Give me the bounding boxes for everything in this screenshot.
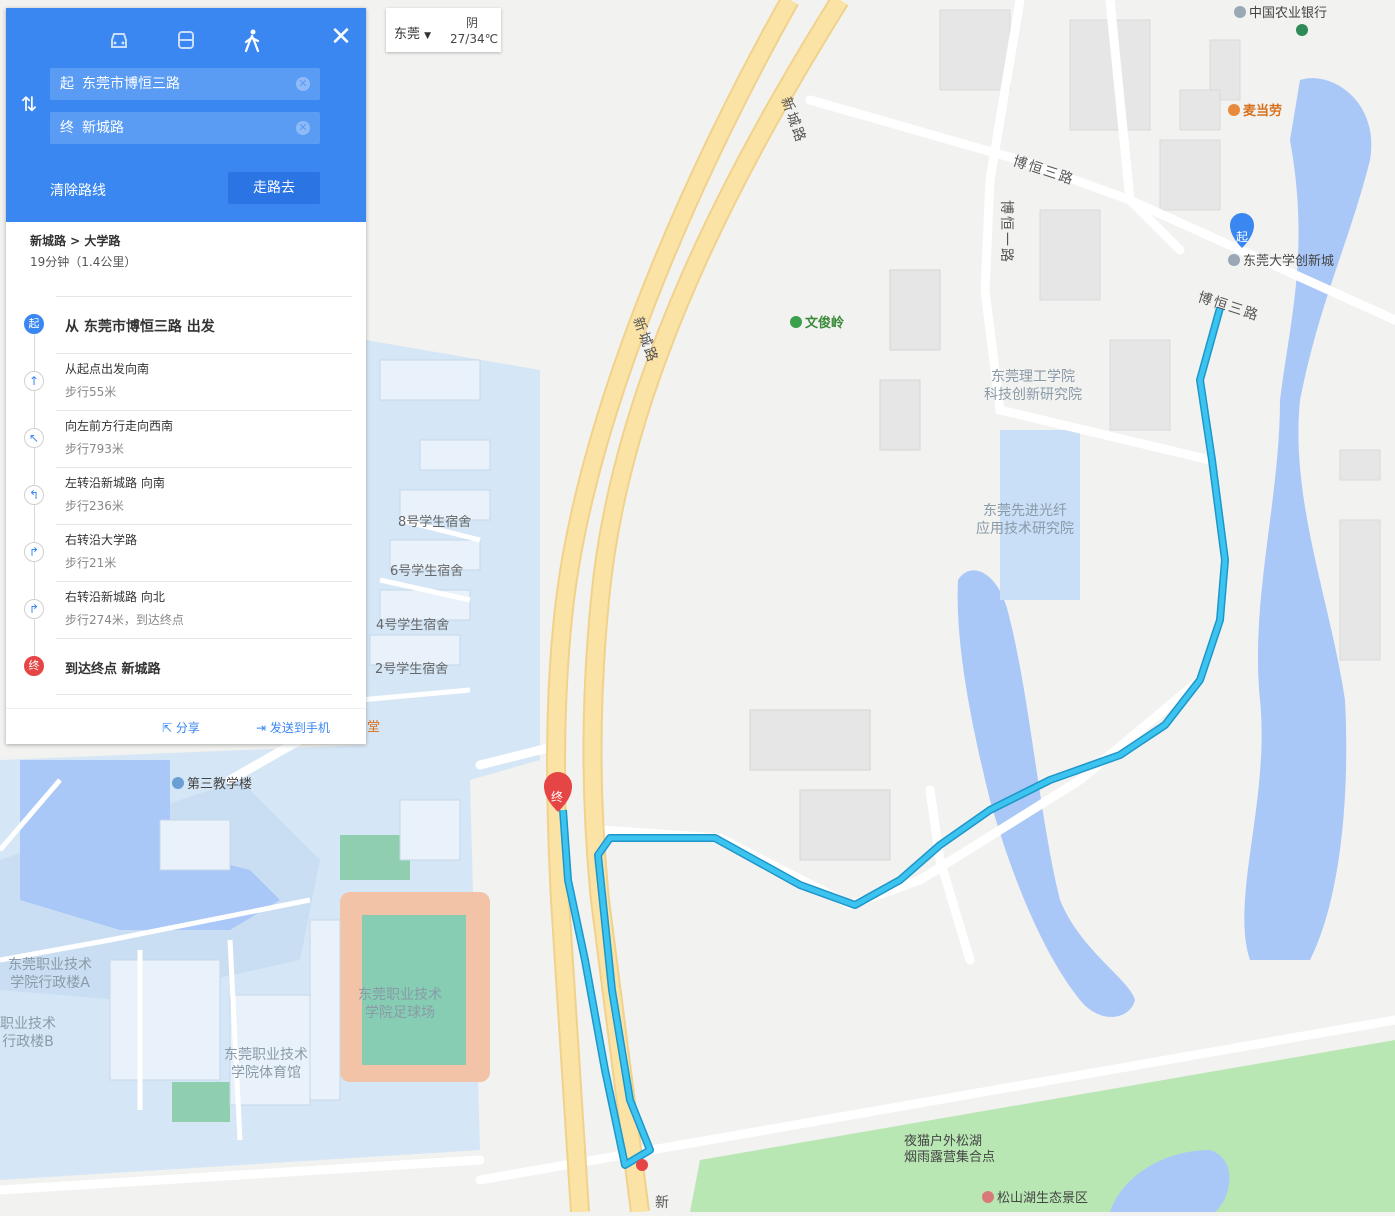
food-icon bbox=[1228, 104, 1240, 116]
step-text: 右转沿新城路 向北 bbox=[65, 590, 165, 604]
poi-dorm-6[interactable]: 6号学生宿舍 bbox=[390, 560, 463, 579]
step-text: 从起点出发向南 bbox=[65, 362, 150, 376]
city-weather-box[interactable]: 东莞 ▼ 阴 27/34℃ bbox=[386, 8, 501, 52]
step-distance: 步行274米，到达终点 bbox=[65, 613, 184, 627]
end-marker-label: 终 bbox=[551, 790, 564, 804]
turn-right-icon: ↱ bbox=[24, 599, 44, 619]
close-icon[interactable]: ✕ bbox=[326, 22, 356, 52]
poi-dgut-institute[interactable]: 东莞理工学院 科技创新研究院 bbox=[984, 368, 1082, 404]
traffic-light-icon bbox=[636, 1159, 648, 1171]
poi-dorm-4[interactable]: 4号学生宿舍 bbox=[376, 614, 449, 633]
divider bbox=[56, 638, 352, 639]
road-label-xin: 新 bbox=[655, 1195, 671, 1211]
poi-hall-partial: 堂 bbox=[367, 720, 381, 735]
divider bbox=[56, 694, 352, 695]
divider bbox=[56, 353, 352, 354]
step-distance: 步行21米 bbox=[65, 556, 117, 570]
route-summary[interactable]: 新城路 > 大学路 19分钟（1.4公里） bbox=[30, 232, 136, 270]
send-to-phone-button[interactable]: ⇥ 发送到手机 bbox=[256, 719, 330, 736]
walk-mode-button[interactable] bbox=[232, 26, 272, 56]
mountain-icon bbox=[790, 316, 802, 328]
end-tag: 终 bbox=[60, 120, 74, 136]
route-panel-footer: ⇱ 分享 ⇥ 发送到手机 bbox=[6, 708, 366, 745]
car-mode-button[interactable] bbox=[99, 26, 139, 56]
bus-icon bbox=[178, 31, 194, 49]
divider bbox=[56, 296, 352, 297]
road-label-boheng1: 博恒一路 bbox=[998, 200, 1014, 264]
turn-right-icon: ↱ bbox=[24, 542, 44, 562]
poi-mcdonalds[interactable]: 麦当劳 bbox=[1228, 100, 1282, 119]
divider bbox=[56, 410, 352, 411]
starbucks-icon[interactable] bbox=[1296, 24, 1310, 38]
start-input[interactable]: 起 东莞市博恒三路 ✕ bbox=[50, 68, 320, 100]
school-icon bbox=[172, 777, 184, 789]
end-icon: 终 bbox=[24, 656, 44, 676]
poi-photonics-institute[interactable]: 东莞先进光纤 应用技术研究院 bbox=[976, 502, 1074, 538]
clear-end-icon[interactable]: ✕ bbox=[296, 121, 310, 135]
walk-icon bbox=[244, 29, 260, 53]
route-panel-header: ✕ ⇅ 起 东莞市博恒三路 ✕ 终 新城路 ✕ 清除路线 走路去 bbox=[6, 8, 366, 222]
start-icon: 起 bbox=[24, 314, 44, 334]
school-icon bbox=[1228, 254, 1240, 266]
weather-text: 阴 bbox=[466, 16, 479, 30]
poi-dgu[interactable]: 东莞大学创新城 bbox=[1228, 250, 1334, 269]
poi-wenjunling[interactable]: 文俊岭 bbox=[790, 312, 844, 331]
start-tag: 起 bbox=[60, 76, 74, 92]
step-text: 从 东莞市博恒三路 出发 bbox=[65, 319, 215, 335]
share-icon: ⇱ bbox=[162, 721, 173, 735]
clear-start-icon[interactable]: ✕ bbox=[296, 77, 310, 91]
start-value: 东莞市博恒三路 bbox=[82, 76, 180, 92]
summary-route: 新城路 > 大学路 bbox=[30, 234, 121, 248]
turn-left-icon: ↰ bbox=[24, 485, 44, 505]
step-text: 到达终点 新城路 bbox=[65, 662, 161, 677]
send-icon: ⇥ bbox=[256, 721, 267, 735]
step-distance: 步行55米 bbox=[65, 385, 117, 399]
step-distance: 步行793米 bbox=[65, 442, 124, 456]
end-value: 新城路 bbox=[82, 120, 124, 136]
poi-gym[interactable]: 东莞职业技术 学院体育馆 bbox=[224, 1046, 308, 1082]
city-selector[interactable]: 东莞 ▼ bbox=[394, 23, 431, 42]
step-text: 左转沿新城路 向南 bbox=[65, 476, 165, 490]
poi-dorm-2[interactable]: 2号学生宿舍 bbox=[375, 658, 448, 677]
end-input[interactable]: 终 新城路 ✕ bbox=[50, 112, 320, 144]
step-distance: 步行236米 bbox=[65, 499, 124, 513]
chevron-down-icon: ▼ bbox=[424, 31, 432, 41]
poi-admin-a[interactable]: 东莞职业技术 学院行政楼A bbox=[8, 956, 92, 992]
summary-time: 19分钟（1.4公里） bbox=[30, 255, 137, 269]
scenic-icon bbox=[982, 1191, 994, 1203]
swap-direction-icon[interactable]: ⇅ bbox=[18, 92, 40, 116]
route-panel: ✕ ⇅ 起 东莞市博恒三路 ✕ 终 新城路 ✕ 清除路线 走路去 新城路 > 大… bbox=[6, 8, 366, 744]
poi-abc-bank[interactable]: 中国农业银行 bbox=[1234, 2, 1327, 21]
divider bbox=[56, 581, 352, 582]
walk-go-button[interactable]: 走路去 bbox=[228, 172, 320, 204]
poi-dorm-8[interactable]: 8号学生宿舍 bbox=[398, 511, 471, 530]
divider bbox=[56, 524, 352, 525]
divider bbox=[56, 467, 352, 468]
bank-icon bbox=[1234, 6, 1246, 18]
share-button[interactable]: ⇱ 分享 bbox=[162, 719, 200, 736]
start-marker-label: 起 bbox=[1236, 230, 1249, 244]
temperature-text: 27/34℃ bbox=[450, 32, 499, 46]
clear-route-button[interactable]: 清除路线 bbox=[50, 180, 106, 200]
car-icon bbox=[111, 33, 127, 48]
step-text: 向左前方行走向西南 bbox=[65, 419, 174, 433]
poi-teaching-building-3[interactable]: 第三教学楼 bbox=[172, 773, 252, 792]
poi-football-field[interactable]: 东莞职业技术 学院足球场 bbox=[358, 986, 442, 1022]
poi-camp-meeting-point[interactable]: 夜猫户外松湖 烟雨露营集合点 bbox=[890, 1134, 995, 1166]
step-text: 右转沿大学路 bbox=[65, 533, 138, 547]
bus-mode-button[interactable] bbox=[166, 26, 206, 56]
bear-left-icon: ↖ bbox=[24, 428, 44, 448]
straight-arrow-icon: ↑ bbox=[24, 371, 44, 391]
poi-songshan-lake[interactable]: 松山湖生态景区 bbox=[982, 1187, 1088, 1206]
poi-admin-b[interactable]: 职业技术 行政楼B bbox=[0, 1015, 56, 1051]
